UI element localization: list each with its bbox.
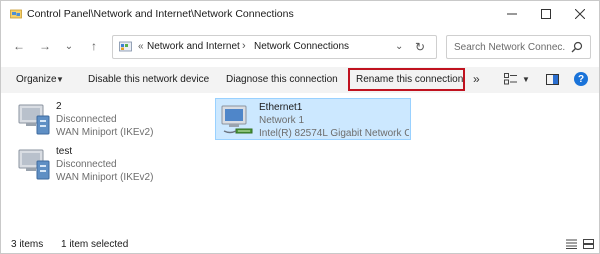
diagnose-connection-button[interactable]: Diagnose this connection [226,74,338,85]
connection-item-ethernet1[interactable]: Ethernet1 Network 1 Intel(R) 82574L Giga… [215,98,411,140]
change-view-icon[interactable] [504,73,518,85]
breadcrumb-separator-icon[interactable]: › [242,40,246,52]
minimize-button[interactable] [495,1,529,27]
up-button[interactable]: ↑ [87,39,101,53]
network-connections-window: Control Panel\Network and Internet\Netwo… [0,0,600,254]
back-arrow-icon: ← [13,39,25,53]
minimize-icon [507,13,517,15]
connection-name: 2 [56,101,62,112]
item-count: 3 items [11,239,44,250]
organize-menu[interactable]: Organize [16,74,57,85]
close-button[interactable] [563,1,597,27]
preview-pane-icon[interactable] [546,74,559,85]
details-view-icon[interactable] [566,239,577,249]
navigation-bar: ← → ⌄ ↑ « Network and Internet › Network… [1,31,599,63]
breadcrumb-network-connections[interactable]: Network Connections [254,41,349,52]
maximize-button[interactable] [529,1,563,27]
control-panel-icon [119,41,132,52]
title-bar: Control Panel\Network and Internet\Netwo… [1,1,599,27]
ethernet-adapter-icon [221,105,253,134]
tiles-view-icon[interactable] [583,239,594,249]
search-input[interactable]: Search Network Connec... [454,42,566,53]
disable-device-button[interactable]: Disable this network device [88,74,209,85]
wan-adapter-icon [18,149,50,180]
forward-arrow-icon: → [39,39,51,53]
connection-status: Disconnected [56,159,117,170]
wan-adapter-icon [18,104,50,135]
search-icon [571,41,583,53]
breadcrumb-network-and-internet[interactable]: Network and Internet [147,41,240,52]
help-icon: ? [577,73,585,85]
address-dropdown-icon[interactable]: ⌄ [395,41,403,52]
rename-connection-button[interactable]: Rename this connection [356,74,463,85]
connection-name: test [56,146,73,157]
connection-name: Ethernet1 [259,102,303,113]
close-icon [575,9,585,19]
connections-list: 2 Disconnected WAN Miniport (IKEv2) Ethe… [1,93,599,231]
command-bar: Organize ▼ Disable this network device D… [1,67,599,93]
more-commands-icon[interactable]: » [473,72,480,86]
connection-item-test[interactable]: test Disconnected WAN Miniport (IKEv2) [13,143,209,185]
back-button[interactable]: ← [12,39,26,53]
address-overflow[interactable]: « [138,41,144,52]
connection-status: Network 1 [259,115,305,126]
maximize-icon [541,9,551,19]
refresh-icon[interactable]: ↻ [415,40,425,54]
connection-device: Intel(R) 82574L Gigabit Network C... [259,128,409,139]
address-bar[interactable]: « Network and Internet › Network Connect… [112,35,437,59]
up-arrow-icon: ↑ [91,39,97,53]
forward-button[interactable]: → [38,39,52,53]
selection-count: 1 item selected [61,239,129,250]
search-box[interactable]: Search Network Connec... [446,35,591,59]
connection-device: WAN Miniport (IKEv2) [56,127,154,138]
status-bar: 3 items 1 item selected [1,233,599,253]
recent-locations-button[interactable]: ⌄ [62,39,76,53]
connection-device: WAN Miniport (IKEv2) [56,172,154,183]
view-dropdown-icon[interactable]: ▼ [522,75,530,84]
help-button[interactable]: ? [574,72,588,86]
connection-item-2[interactable]: 2 Disconnected WAN Miniport (IKEv2) [13,98,209,140]
network-folder-icon [10,9,22,19]
window-title: Control Panel\Network and Internet\Netwo… [27,8,294,20]
connection-status: Disconnected [56,114,117,125]
organize-dropdown-icon[interactable]: ▼ [56,75,64,84]
chevron-down-icon: ⌄ [64,40,74,52]
